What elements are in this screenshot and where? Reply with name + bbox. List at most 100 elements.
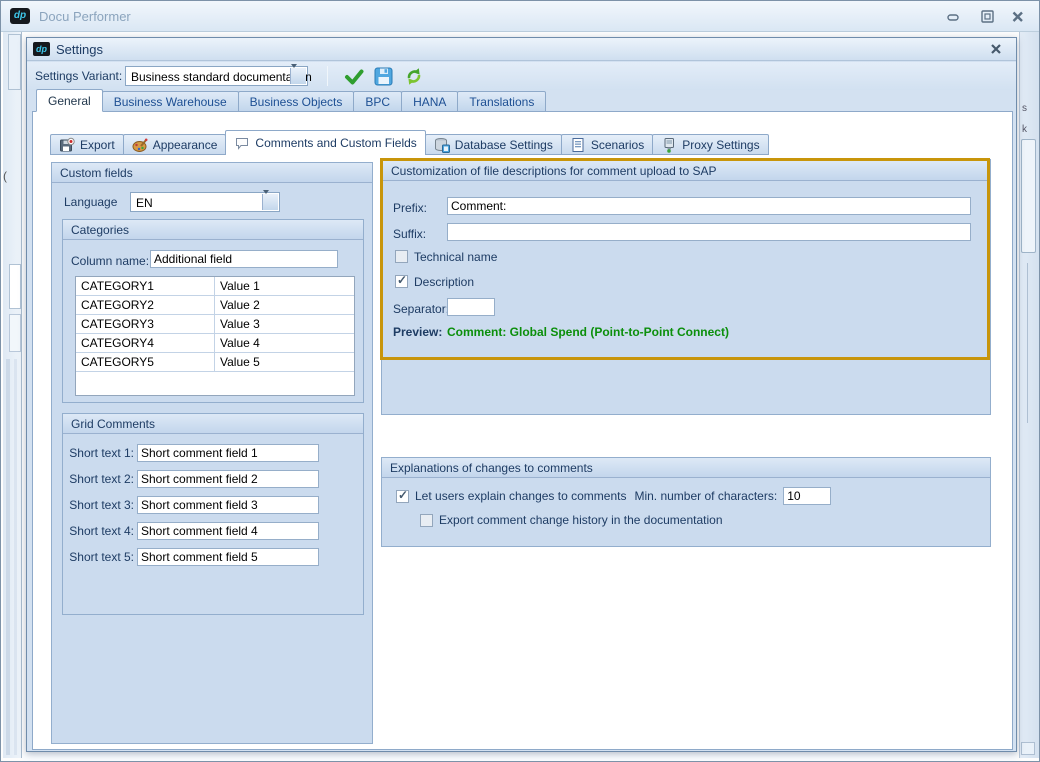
description-checkbox[interactable] (395, 275, 408, 288)
preview-label: Preview: (393, 325, 442, 339)
export-history-checkbox[interactable] (420, 514, 433, 527)
background-fragment (8, 34, 21, 90)
tab-business-warehouse[interactable]: Business Warehouse (102, 91, 239, 112)
short-text-2-input[interactable] (137, 470, 319, 488)
table-row[interactable]: CATEGORY4 Value 4 (76, 334, 354, 353)
category-cell[interactable]: CATEGORY5 (76, 353, 215, 371)
check-icon (343, 67, 365, 87)
short-text-4-input[interactable] (137, 522, 319, 540)
background-fragment (9, 314, 21, 352)
category-cell[interactable]: CATEGORY1 (76, 277, 215, 295)
categories-group: Categories Column name: CATEGORY1 Value … (62, 219, 364, 403)
explanations-header: Explanations of changes to comments (382, 458, 990, 478)
subtab-export[interactable]: Export (50, 134, 124, 155)
short-text-3-input[interactable] (137, 496, 319, 514)
subtab-scenarios[interactable]: Scenarios (561, 134, 653, 155)
table-row[interactable]: CATEGORY5 Value 5 (76, 353, 354, 372)
short-text-5-input[interactable] (137, 548, 319, 566)
subtab-comments-and-custom-fields[interactable]: Comments and Custom Fields (225, 130, 425, 155)
let-users-label: Let users explain changes to comments (415, 489, 626, 503)
short-text-row: Short text 4: (67, 522, 361, 540)
close-icon (1009, 8, 1027, 26)
value-cell[interactable]: Value 1 (215, 277, 354, 295)
empty-table-row[interactable] (76, 372, 354, 391)
explanations-panel: Explanations of changes to comments Let … (381, 457, 991, 547)
database-icon (434, 137, 450, 153)
maximize-button[interactable] (979, 8, 997, 26)
minimize-button[interactable] (945, 8, 963, 26)
close-icon (988, 41, 1004, 57)
export-history-row: Export comment change history in the doc… (420, 513, 723, 527)
table-row[interactable]: CATEGORY3 Value 3 (76, 315, 354, 334)
app-logo-icon: dp (10, 8, 30, 24)
maximize-icon (979, 8, 997, 26)
export-icon (59, 137, 75, 153)
close-button[interactable] (1009, 8, 1027, 26)
min-chars-input[interactable] (783, 487, 831, 505)
min-chars-label: Min. number of characters: (634, 489, 777, 503)
language-value: EN (136, 196, 153, 210)
tab-translations[interactable]: Translations (457, 91, 546, 112)
value-cell[interactable]: Value 5 (215, 353, 354, 371)
short-text-row: Short text 5: (67, 548, 361, 566)
tab-bpc[interactable]: BPC (353, 91, 402, 112)
tab-hana[interactable]: HANA (401, 91, 458, 112)
value-cell[interactable]: Value 4 (215, 334, 354, 352)
settings-variant-combobox[interactable]: Business standard documentation (125, 66, 308, 86)
short-text-row: Short text 2: (67, 470, 361, 488)
table-row[interactable]: CATEGORY2 Value 2 (76, 296, 354, 315)
refresh-button[interactable] (404, 67, 426, 87)
subtab-label: Scenarios (591, 138, 644, 152)
tab-business-objects[interactable]: Business Objects (238, 91, 355, 112)
background-fragment (14, 359, 17, 755)
tab-general[interactable]: General (36, 89, 103, 112)
short-text-1-label: Short text 1: (67, 446, 137, 460)
preview-value: Comment: Global Spend (Point-to-Point Co… (447, 325, 729, 339)
window-titlebar: dp Docu Performer (1, 1, 1039, 32)
let-users-checkbox[interactable] (396, 490, 409, 503)
toolbar-separator (327, 66, 328, 86)
general-tab-page: Export Appearance Comments and Custom Fi… (32, 111, 1013, 750)
dialog-close-button[interactable] (988, 41, 1004, 57)
value-cell[interactable]: Value 3 (215, 315, 354, 333)
category-cell[interactable]: CATEGORY4 (76, 334, 215, 352)
suffix-input[interactable] (447, 223, 971, 241)
dropdown-button[interactable] (262, 194, 278, 210)
export-history-label: Export comment change history in the doc… (439, 513, 723, 527)
prefix-input[interactable] (447, 197, 971, 215)
settings-toolbar: Settings Variant: Business standard docu… (27, 62, 1016, 90)
subtab-proxy-settings[interactable]: Proxy Settings (652, 134, 768, 155)
column-name-input[interactable] (150, 250, 338, 268)
proxy-icon (661, 137, 677, 153)
prefix-label: Prefix: (393, 201, 427, 215)
docu-performer-window: dp Docu Performer ( s k dp Settings (0, 0, 1040, 762)
chevron-down-icon (291, 64, 297, 82)
subtab-label: Export (80, 138, 115, 152)
let-users-row: Let users explain changes to comments Mi… (396, 487, 831, 505)
category-cell[interactable]: CATEGORY3 (76, 315, 215, 333)
main-tab-strip: General Business Warehouse Business Obje… (37, 89, 546, 112)
subtab-database-settings[interactable]: Database Settings (425, 134, 562, 155)
table-row[interactable]: CATEGORY1 Value 1 (76, 277, 354, 296)
save-button[interactable] (374, 67, 396, 87)
value-cell[interactable]: Value 2 (215, 296, 354, 314)
palette-icon (132, 137, 148, 153)
custom-fields-header: Custom fields (52, 163, 372, 183)
technical-name-checkbox[interactable] (395, 250, 408, 263)
category-cell[interactable]: CATEGORY2 (76, 296, 215, 314)
apply-button[interactable] (343, 67, 365, 87)
custom-fields-panel: Custom fields Language EN Categories Col… (51, 162, 373, 744)
dropdown-button[interactable] (290, 68, 306, 84)
categories-table: CATEGORY1 Value 1 CATEGORY2 Value 2 CATE… (75, 276, 355, 396)
short-text-1-input[interactable] (137, 444, 319, 462)
grid-comments-group: Grid Comments Short text 1: Short text 2… (62, 413, 364, 615)
short-text-row: Short text 3: (67, 496, 361, 514)
subtab-appearance[interactable]: Appearance (123, 134, 227, 155)
separator-input[interactable] (447, 298, 495, 316)
language-combobox[interactable]: EN (130, 192, 280, 212)
background-fragment (9, 264, 21, 309)
language-label: Language (64, 195, 117, 209)
subtab-label: Appearance (153, 138, 218, 152)
categories-header: Categories (63, 220, 363, 240)
minimize-icon (945, 8, 963, 26)
